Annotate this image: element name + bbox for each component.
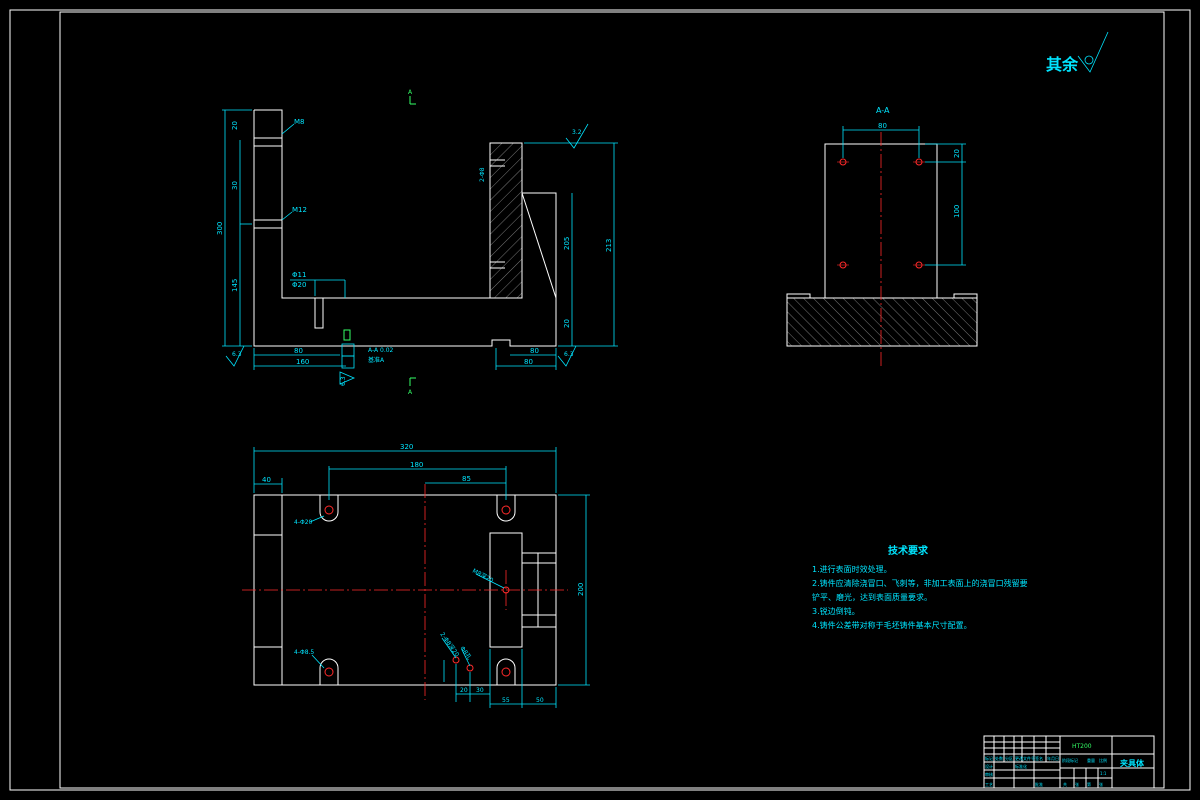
tech-title: 技术要求 (888, 544, 929, 557)
section-mark-top: A (408, 89, 413, 96)
plan-view: 320 180 85 40 200 4-Φ20 4-Φ8.5 M8深20 2-Φ… (242, 443, 590, 708)
plan-left-offset: 40 (262, 476, 271, 484)
slot-label-bottom: 4-Φ8.5 (294, 649, 314, 656)
small-dim: 2-Φ8 (479, 167, 486, 182)
tb-row-4: 更改文件号 (1015, 755, 1035, 761)
tb-row-3: 分区 (1005, 755, 1013, 761)
surface-note-label: 其余 (1046, 55, 1079, 74)
tb-sheet-2: 张 (1075, 781, 1079, 787)
tb-role-1: 设计 (985, 763, 993, 769)
rough-left: 6.3 (232, 351, 242, 358)
hole-label-3: Φ8孔 (458, 645, 473, 662)
plan-bottom-dim-2: 30 (476, 687, 484, 694)
surface-roughness-note: 其余 (1046, 31, 1109, 74)
bottom-right-dim-2: 80 (524, 358, 533, 366)
hole-label-2: 2-Φ8深20 (438, 631, 461, 659)
front-left-dim-1: 300 (216, 222, 224, 235)
tb-row-6: 年月日 (1047, 755, 1059, 761)
plan-height-dim: 200 (577, 583, 585, 596)
tb-approve: 批准 (1035, 781, 1043, 787)
tb-row-2: 处数 (995, 755, 1003, 761)
tech-item-2: 2.铸件应清除浇冒口、飞刺等，非加工表面上的浇冒口残留要 (812, 578, 1028, 588)
front-left-dim-3: 145 (231, 279, 239, 292)
tb-row-1: 标记 (985, 755, 993, 761)
thread-label-top: M8 (294, 118, 305, 126)
tech-requirements: 技术要求 1.进行表面时效处理。 2.铸件应清除浇冒口、飞刺等，非加工表面上的浇… (812, 544, 1028, 630)
hole-note-2: Φ20 (292, 281, 306, 289)
plan-half-span: 85 (462, 475, 471, 483)
right-dim-1: 213 (605, 239, 613, 252)
tb-sheet-3: 第 (1087, 781, 1091, 787)
tb-std: 标准化 (1015, 763, 1027, 769)
tb-sheet-4: 张 (1099, 781, 1103, 787)
right-dim-3: 20 (563, 319, 571, 328)
datum-note-2: 基准A (368, 356, 385, 364)
surface-roughness-icon (1077, 31, 1109, 73)
section-mark-bottom: A (408, 389, 413, 396)
outer-frame (9, 9, 1191, 791)
tb-stage: 阶段标记 (1062, 757, 1078, 763)
title-block: 标记 处数 分区 更改文件号 签名 年月日 设计 审核 工艺 标准化 批准 HT… (983, 735, 1155, 789)
tech-item-5: 4.铸件公差带对称于毛坯铸件基本尺寸配置。 (812, 620, 972, 630)
tb-ratio: 比例 (1099, 757, 1107, 763)
front-left-dim-4: 20 (231, 121, 239, 130)
inner-frame (59, 11, 1165, 789)
hole-note: Φ11 (292, 271, 306, 279)
section-title: A-A (876, 106, 890, 115)
rough-bottom: 6.3 (340, 376, 347, 386)
section-base (786, 297, 978, 347)
datum-note: A-A 0.02 (368, 347, 394, 354)
plan-bottom-dim-3: 55 (502, 697, 510, 704)
thread-label-mid: M12 (292, 206, 307, 214)
front-view: 300 30 145 20 M8 M12 Φ11 Φ20 80 160 A-A … (216, 89, 618, 396)
tb-material: HT200 (1072, 743, 1092, 750)
tb-scale: 1:1 (1100, 771, 1107, 776)
rough-right: 6.3 (564, 351, 574, 358)
plan-overall-width: 320 (400, 443, 413, 451)
tb-sheet-1: 共 (1063, 781, 1067, 787)
tb-row-5: 签名 (1035, 755, 1043, 761)
tb-role-3: 工艺 (985, 782, 993, 787)
bottom-right-dim-1: 80 (530, 347, 539, 355)
front-left-dim-2: 30 (231, 181, 239, 190)
tech-item-4: 3.锐边倒钝。 (812, 606, 860, 616)
hole-label-1: M8深20 (471, 567, 495, 585)
tb-weight: 重量 (1087, 757, 1095, 763)
front-bottom-dim-2: 160 (296, 358, 309, 366)
drawing-canvas: 其余 300 30 145 20 M8 M12 Φ11 Φ20 80 160 A… (9, 9, 1191, 791)
plan-bottom-dim-1: 20 (460, 687, 468, 694)
front-bottom-dim-1: 80 (294, 347, 303, 355)
tb-part-name: 夹具体 (1120, 758, 1145, 768)
section-top-dim: 80 (878, 122, 887, 130)
section-view: A-A 80 20 100 (786, 106, 978, 368)
tb-role-2: 审核 (985, 771, 993, 777)
right-dim-2: 205 (563, 237, 571, 250)
rough-top: 3.2 (572, 129, 582, 136)
section-right-dim-bottom: 100 (953, 205, 961, 218)
tech-item-1: 1.进行表面时效处理。 (812, 564, 892, 574)
plan-slot-span: 180 (410, 461, 423, 469)
tech-item-3: 铲平、磨光，达到表面质量要求。 (812, 592, 932, 602)
slot-label-top: 4-Φ20 (294, 519, 313, 526)
plan-bottom-dim-4: 50 (536, 697, 544, 704)
section-right-dim-top: 20 (953, 149, 961, 158)
